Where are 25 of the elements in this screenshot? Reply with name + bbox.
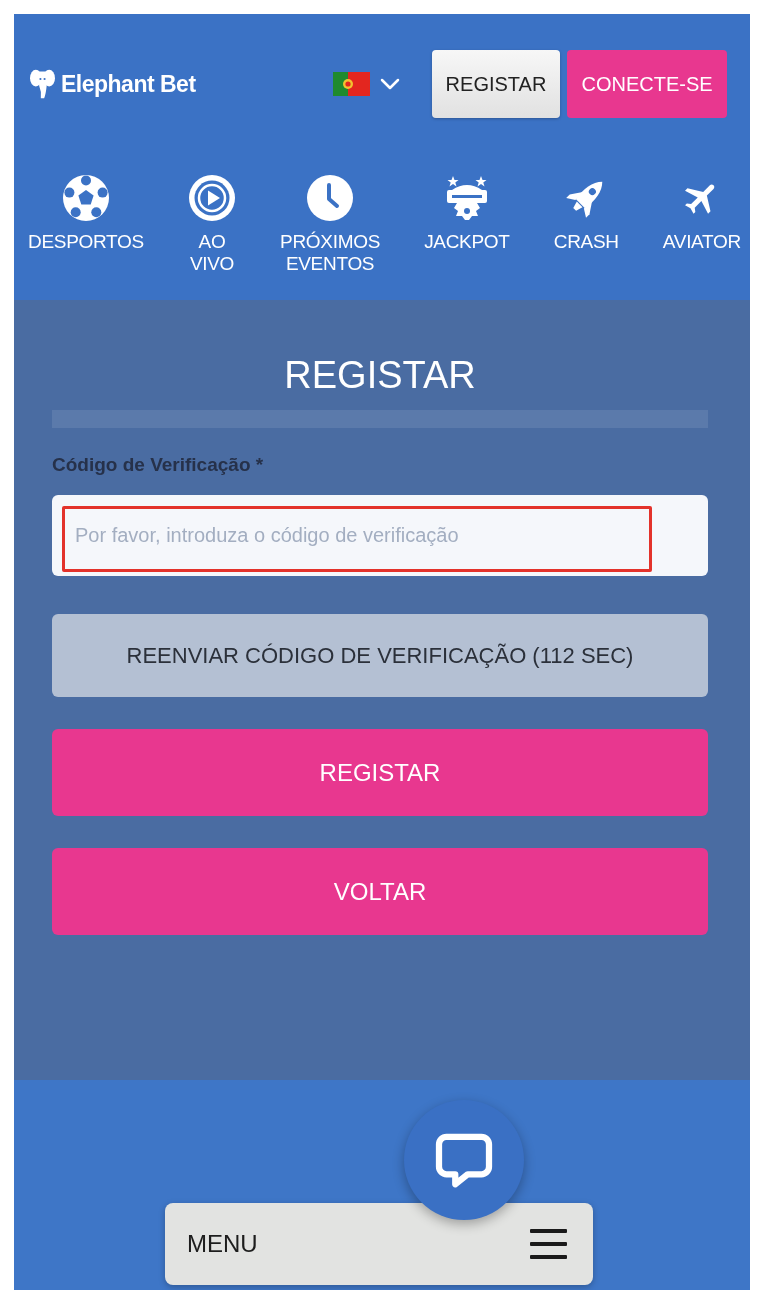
nav-tab[interactable]: PRÓXIMOS EVENTOS xyxy=(280,174,381,275)
soccer-ball-icon xyxy=(61,174,110,222)
elephant-icon xyxy=(30,69,55,99)
nav-tab[interactable]: DESPORTOS xyxy=(28,174,144,253)
back-button[interactable]: VOLTAR xyxy=(52,848,708,935)
register-submit-button[interactable]: REGISTAR xyxy=(52,729,708,816)
nav-tab[interactable]: AO VIVO xyxy=(188,174,236,275)
register-button[interactable]: REGISTAR xyxy=(432,50,560,118)
chat-icon xyxy=(435,1132,493,1188)
login-button[interactable]: CONECTE-SE xyxy=(567,50,727,118)
logo-link[interactable]: Elephant Bet xyxy=(30,69,196,99)
clock-icon xyxy=(306,174,355,222)
verification-code-field[interactable]: Por favor, introduza o código de verificação xyxy=(52,495,708,576)
field-label: Código de Verificação * xyxy=(52,453,264,477)
nav-tab[interactable]: JACKPOT xyxy=(424,174,510,253)
nav-tab[interactable]: AVIATOR xyxy=(662,174,741,253)
language-selector[interactable] xyxy=(333,72,400,96)
menu-icon xyxy=(530,1229,567,1259)
form-title: REGISTAR xyxy=(283,353,477,397)
menu-button[interactable]: MENU xyxy=(165,1203,593,1285)
chevron-down-icon xyxy=(380,78,400,90)
flag-icon xyxy=(333,72,370,96)
play-circle-icon xyxy=(188,174,236,222)
nav-tab[interactable]: CRASH xyxy=(553,174,619,253)
chat-button[interactable] xyxy=(404,1100,524,1220)
